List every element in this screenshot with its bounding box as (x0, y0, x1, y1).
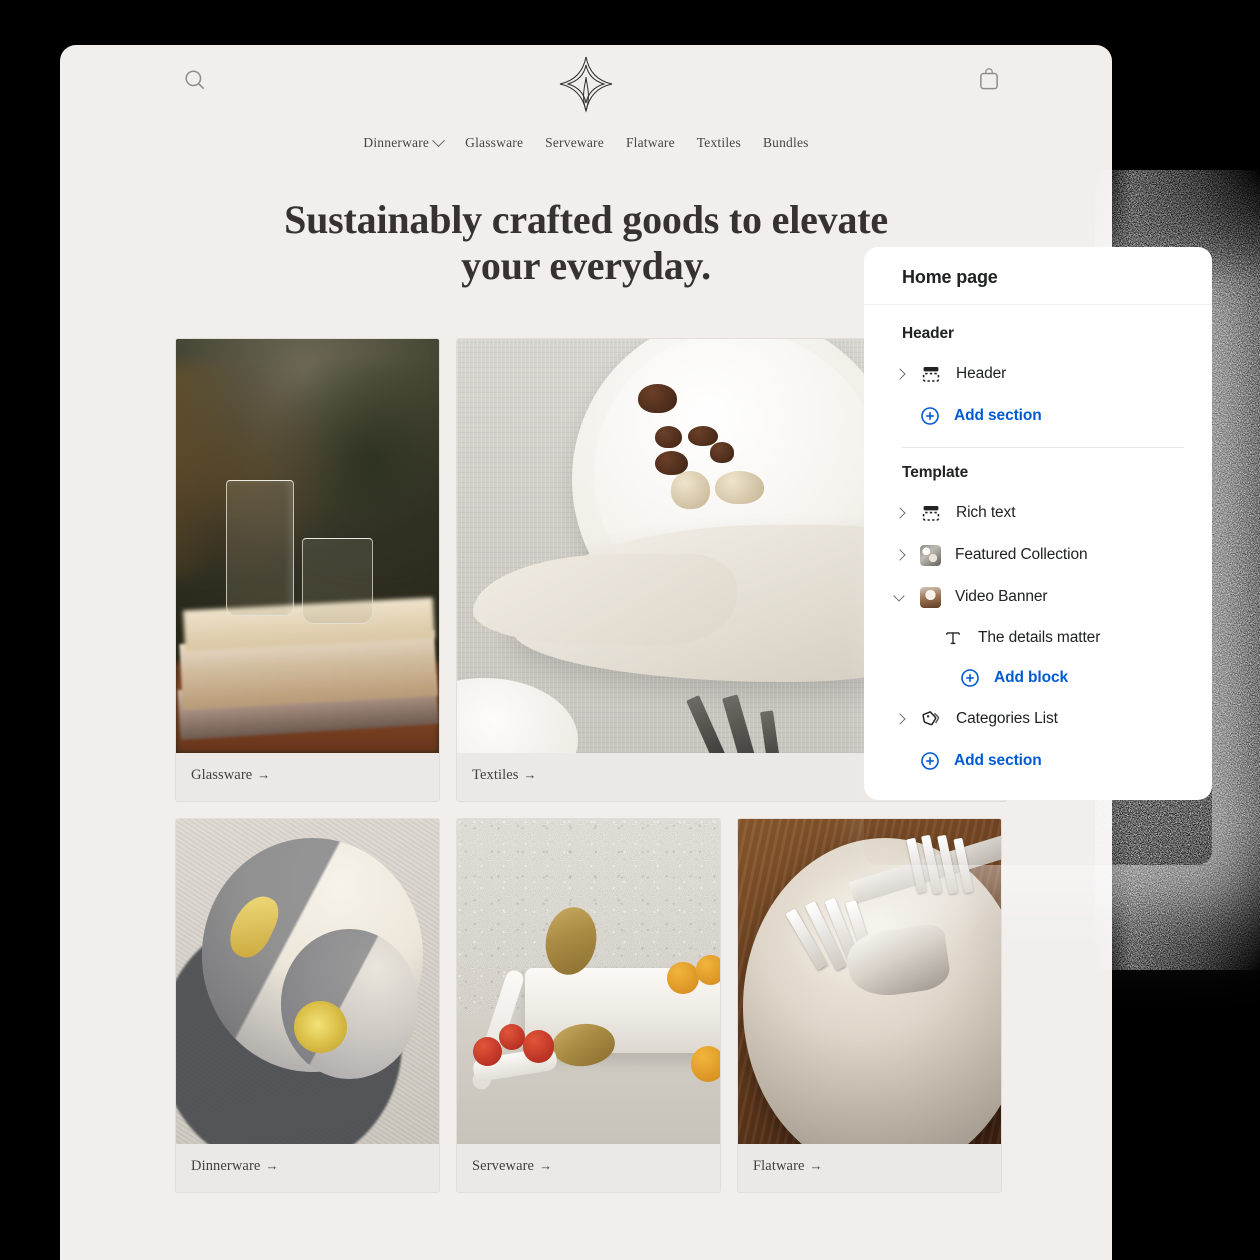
chevron-right-icon[interactable] (892, 505, 908, 521)
chevron-right-icon[interactable] (892, 366, 908, 382)
page-headline: Sustainably crafted goods to elevate you… (284, 197, 888, 289)
category-name: Flatware (753, 1157, 805, 1174)
block-row-label: The details matter (978, 629, 1101, 646)
nav-item-textiles[interactable]: Textiles (697, 135, 741, 151)
category-name: Textiles (472, 766, 519, 783)
category-name: Serveware (472, 1157, 535, 1174)
section-row-label: Categories List (956, 710, 1058, 727)
category-label-dinnerware: Dinnerware → (176, 1144, 439, 1192)
section-editor-panel: Home page Header Header Add section Temp… (864, 247, 1212, 800)
category-grid-row-2: Dinnerware → Serveware → Flatware → (175, 817, 1007, 1193)
section-row-label: Header (956, 365, 1007, 382)
section-row-header[interactable]: Header (874, 353, 1202, 395)
group-title-header: Header (902, 325, 954, 342)
nav-item-bundles[interactable]: Bundles (763, 135, 809, 151)
add-section-label: Add section (954, 407, 1042, 424)
category-image-serveware (457, 818, 720, 1144)
section-row-label: Video Banner (955, 588, 1048, 605)
storefront-topbar (60, 45, 1112, 117)
category-name: Glassware (191, 766, 253, 783)
section-row-categories-list[interactable]: Categories List (874, 698, 1202, 740)
chevron-right-icon[interactable] (892, 547, 908, 563)
arrow-right-icon: → (539, 1157, 553, 1173)
chevron-down-icon[interactable] (892, 589, 908, 605)
category-label-glassware: Glassware → (176, 753, 439, 801)
category-image-dinnerware (176, 818, 439, 1144)
chevron-right-icon[interactable] (892, 711, 908, 727)
category-label-serveware: Serveware → (457, 1144, 720, 1192)
category-image-flatware (738, 818, 1001, 1144)
chevron-down-icon (432, 133, 445, 147)
nav-item-dinnerware[interactable]: Dinnerware (363, 133, 445, 151)
section-row-video-banner[interactable]: Video Banner (874, 576, 1202, 618)
panel-title: Home page (864, 247, 1212, 305)
plus-circle-icon (920, 751, 940, 771)
add-block-label: Add block (994, 669, 1069, 686)
image-thumbnail-icon (920, 586, 941, 608)
nav-item-flatware[interactable]: Flatware (626, 135, 675, 151)
nav-item-glassware[interactable]: Glassware (465, 135, 523, 151)
section-row-featured-collection[interactable]: Featured Collection (874, 534, 1202, 576)
add-section-button-template[interactable]: Add section (874, 740, 1202, 782)
add-section-label: Add section (954, 752, 1042, 769)
arrow-right-icon: → (809, 1157, 823, 1173)
section-row-rich-text[interactable]: Rich text (874, 492, 1202, 534)
block-row-the-details-matter[interactable]: The details matter (874, 618, 1202, 658)
category-image-glassware (176, 338, 439, 753)
plus-circle-icon (960, 668, 980, 688)
panel-body: Header Header Add section Template Rich … (864, 305, 1212, 800)
section-row-label: Featured Collection (955, 546, 1088, 563)
category-label-flatware: Flatware → (738, 1144, 1001, 1192)
arrow-right-icon: → (265, 1157, 279, 1173)
arrow-right-icon: → (257, 766, 271, 782)
category-card-flatware[interactable]: Flatware → (737, 817, 1002, 1193)
tag-icon (920, 708, 942, 730)
text-block-icon (942, 627, 964, 649)
category-card-dinnerware[interactable]: Dinnerware → (175, 817, 440, 1193)
add-block-button[interactable]: Add block (874, 658, 1202, 698)
brand-star-logo[interactable] (558, 55, 614, 113)
search-icon[interactable] (182, 67, 208, 93)
image-thumbnail-icon (920, 544, 941, 566)
nav-label: Dinnerware (363, 135, 430, 150)
panel-divider (902, 447, 1184, 448)
category-name: Dinnerware (191, 1157, 261, 1174)
storefront-nav: Dinnerware Glassware Serveware Flatware … (60, 133, 1112, 151)
section-row-label: Rich text (956, 504, 1016, 521)
section-icon (920, 502, 942, 524)
group-title-template: Template (902, 464, 969, 481)
shopping-bag-icon[interactable] (976, 67, 1002, 93)
nav-item-serveware[interactable]: Serveware (545, 135, 604, 151)
section-icon (920, 363, 942, 385)
screenshot-root: Dinnerware Glassware Serveware Flatware … (0, 0, 1260, 1260)
arrow-right-icon: → (523, 766, 537, 782)
plus-circle-icon (920, 406, 940, 426)
category-card-serveware[interactable]: Serveware → (456, 817, 721, 1193)
add-section-button-header[interactable]: Add section (874, 395, 1202, 437)
category-card-glassware[interactable]: Glassware → (175, 337, 440, 802)
